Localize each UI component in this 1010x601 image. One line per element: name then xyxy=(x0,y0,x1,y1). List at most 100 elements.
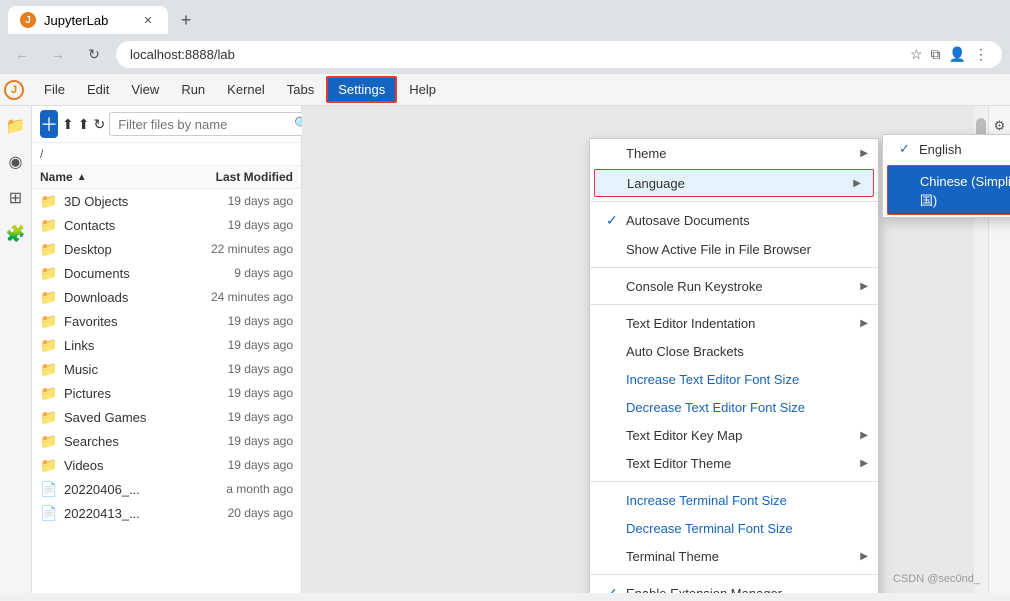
menu-item-help[interactable]: Help xyxy=(399,78,446,101)
menu-item-kernel[interactable]: Kernel xyxy=(217,78,275,101)
table-row[interactable]: 📁 Links 19 days ago xyxy=(32,333,301,357)
table-row[interactable]: 📁 Favorites 19 days ago xyxy=(32,309,301,333)
menu-item-text-theme[interactable]: Text Editor Theme xyxy=(590,449,878,477)
menu-item-view[interactable]: View xyxy=(121,78,169,101)
file-icon: 📄 xyxy=(40,504,58,522)
file-name: Music xyxy=(64,362,173,377)
menu-item-settings[interactable]: Settings xyxy=(326,76,397,103)
circle-sidebar-icon[interactable]: ◉ xyxy=(4,150,28,174)
new-file-button[interactable]: ＋ xyxy=(40,110,58,138)
column-name[interactable]: Name ▲ xyxy=(40,170,173,184)
menu-item-autosave[interactable]: ✓ Autosave Documents xyxy=(590,206,878,235)
menu-divider xyxy=(590,267,878,268)
refresh-button[interactable]: ↻ xyxy=(93,110,105,138)
menu-item-increase-text-font[interactable]: Increase Text Editor Font Size xyxy=(590,365,878,393)
table-row[interactable]: 📁 Searches 19 days ago xyxy=(32,429,301,453)
table-row[interactable]: 📁 3D Objects 19 days ago xyxy=(32,189,301,213)
address-text: localhost:8888/lab xyxy=(130,47,235,62)
address-bar[interactable]: localhost:8888/lab ☆ ⧉ 👤 ⋮ xyxy=(116,41,1002,68)
table-row[interactable]: 📁 Saved Games 19 days ago xyxy=(32,405,301,429)
more-icon[interactable]: ⋮ xyxy=(974,46,988,63)
folder-icon: 📁 xyxy=(40,312,58,330)
table-row[interactable]: 📄 20220406_... a month ago xyxy=(32,477,301,501)
reload-button[interactable]: ↻ xyxy=(80,40,108,68)
search-input[interactable] xyxy=(118,117,294,132)
editor-area: CSDN @sec0nd_ Theme Language ▶ xyxy=(302,106,988,593)
table-row[interactable]: 📁 Downloads 24 minutes ago xyxy=(32,285,301,309)
upload-button[interactable]: ⬆ xyxy=(62,110,74,138)
app-container: J File Edit View Run Kernel Tabs Setting… xyxy=(0,74,1010,593)
folder-icon: 📁 xyxy=(40,432,58,450)
menu-item-keymap[interactable]: Text Editor Key Map xyxy=(590,421,878,449)
window-icon[interactable]: ⧉ xyxy=(931,46,941,63)
menu-item-auto-close[interactable]: Auto Close Brackets xyxy=(590,337,878,365)
puzzle-sidebar-icon[interactable]: 🧩 xyxy=(4,222,28,246)
menu-item-language[interactable]: Language ▶ xyxy=(594,169,874,197)
tab-bar: J JupyterLab ✕ + xyxy=(0,0,1010,34)
watermark: CSDN @sec0nd_ xyxy=(893,573,980,585)
file-date: 24 minutes ago xyxy=(173,290,293,304)
app-logo: J xyxy=(4,80,24,100)
menu-divider xyxy=(590,304,878,305)
menu-item-decrease-text-font[interactable]: Decrease Text Editor Font Size xyxy=(590,393,878,421)
bookmark-icon[interactable]: ☆ xyxy=(910,46,923,63)
browser-tab[interactable]: J JupyterLab ✕ xyxy=(8,6,168,34)
browser-chrome: J JupyterLab ✕ + ← → ↻ localhost:8888/la… xyxy=(0,0,1010,74)
lang-item-chinese[interactable]: Chinese (Simplified, China) - 中文 (简体, 中国… xyxy=(887,165,1010,215)
file-path: / xyxy=(32,143,301,166)
table-row[interactable]: 📁 Pictures 19 days ago xyxy=(32,381,301,405)
folder-sidebar-icon[interactable]: 📁 xyxy=(4,114,28,138)
folder-icon: 📁 xyxy=(40,288,58,306)
menu-item-indentation[interactable]: Text Editor Indentation xyxy=(590,309,878,337)
folder-icon: 📁 xyxy=(40,384,58,402)
table-row[interactable]: 📁 Documents 9 days ago xyxy=(32,261,301,285)
file-date: 22 minutes ago xyxy=(173,242,293,256)
table-row[interactable]: 📄 20220413_... 20 days ago xyxy=(32,501,301,525)
grid-sidebar-icon[interactable]: ⊞ xyxy=(4,186,28,210)
file-date: 20 days ago xyxy=(173,506,293,520)
menu-item-terminal-theme[interactable]: Terminal Theme xyxy=(590,542,878,570)
folder-icon: 📁 xyxy=(40,408,58,426)
file-table-header: Name ▲ Last Modified xyxy=(32,166,301,189)
dropdown-overlay: Theme Language ▶ ✓ Autosave Documents xyxy=(302,106,988,593)
file-name: Desktop xyxy=(64,242,173,257)
table-row[interactable]: 📁 Music 19 days ago xyxy=(32,357,301,381)
tab-title: JupyterLab xyxy=(44,13,108,28)
menu-item-edit[interactable]: Edit xyxy=(77,78,119,101)
folder-icon: 📁 xyxy=(40,240,58,258)
file-date: 19 days ago xyxy=(173,314,293,328)
upload2-button[interactable]: ⬆ xyxy=(78,110,90,138)
file-date: 19 days ago xyxy=(173,410,293,424)
file-panel: ＋ ⬆ ⬆ ↻ 🔍 / Name ▲ Last Modified 📁 xyxy=(32,106,302,593)
file-name: Downloads xyxy=(64,290,173,305)
menu-item-console-keystroke[interactable]: Console Run Keystroke xyxy=(590,272,878,300)
profile-icon[interactable]: 👤 xyxy=(949,46,966,63)
menu-item-increase-terminal-font[interactable]: Increase Terminal Font Size xyxy=(590,486,878,514)
menu-item-theme[interactable]: Theme xyxy=(590,139,878,167)
table-row[interactable]: 📁 Desktop 22 minutes ago xyxy=(32,237,301,261)
table-row[interactable]: 📁 Contacts 19 days ago xyxy=(32,213,301,237)
menu-item-decrease-terminal-font[interactable]: Decrease Terminal Font Size xyxy=(590,514,878,542)
file-date: 19 days ago xyxy=(173,386,293,400)
menu-item-tabs[interactable]: Tabs xyxy=(277,78,324,101)
menu-item-show-active[interactable]: Show Active File in File Browser xyxy=(590,235,878,263)
menu-divider xyxy=(590,201,878,202)
menu-item-file[interactable]: File xyxy=(34,78,75,101)
lang-item-english[interactable]: ✓ English xyxy=(883,135,1010,163)
table-row[interactable]: 📁 Videos 19 days ago xyxy=(32,453,301,477)
file-name: Favorites xyxy=(64,314,173,329)
folder-icon: 📁 xyxy=(40,264,58,282)
tab-close-icon[interactable]: ✕ xyxy=(140,12,156,28)
file-name: Pictures xyxy=(64,386,173,401)
menu-item-extension-manager[interactable]: ✓ Enable Extension Manager xyxy=(590,579,878,593)
forward-button[interactable]: → xyxy=(44,40,72,68)
language-submenu: ✓ English Chinese (Simplified, China) - … xyxy=(882,134,1010,218)
back-button[interactable]: ← xyxy=(8,40,36,68)
new-tab-button[interactable]: + xyxy=(172,6,200,34)
settings-menu: Theme Language ▶ ✓ Autosave Documents xyxy=(589,138,879,593)
file-name: Videos xyxy=(64,458,173,473)
menu-item-run[interactable]: Run xyxy=(171,78,215,101)
file-name: Contacts xyxy=(64,218,173,233)
search-box: 🔍 xyxy=(109,112,319,136)
file-date: 9 days ago xyxy=(173,266,293,280)
